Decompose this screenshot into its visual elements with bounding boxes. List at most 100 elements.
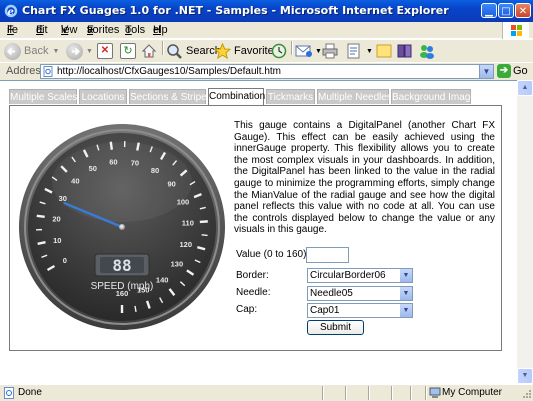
svg-text:e: e	[8, 7, 14, 18]
gauge-minor-tick	[202, 235, 208, 236]
security-zone: My Computer	[442, 387, 502, 398]
minimize-button[interactable]: ▁	[481, 3, 497, 18]
forward-arrow-icon	[66, 43, 83, 60]
edit-dropdown-icon[interactable]: ▼	[366, 48, 373, 55]
discuss-button[interactable]	[376, 41, 392, 61]
forward-dropdown-icon[interactable]: ▼	[86, 48, 93, 55]
value-label: Value (0 to 160):	[236, 249, 309, 260]
research-book-icon	[397, 43, 413, 59]
title-bar: e Chart FX Guages 1.0 for .NET - Samples…	[0, 0, 533, 22]
tab-locations[interactable]: Locations	[79, 89, 127, 104]
research-button[interactable]	[397, 41, 413, 61]
tab-sections-stripes[interactable]: Sections & Stripes	[129, 89, 206, 104]
digital-panel: 88	[95, 254, 149, 276]
my-computer-icon	[429, 387, 441, 399]
submit-button[interactable]: Submit	[307, 320, 364, 335]
back-arrow-icon	[4, 43, 21, 60]
maximize-button[interactable]: □	[498, 3, 514, 18]
history-button[interactable]	[271, 41, 287, 61]
gauge-scale-label: 140	[156, 275, 169, 284]
address-dropdown-icon[interactable]: ▼	[479, 65, 493, 78]
gauge-caption: SPEED (mph)	[91, 281, 154, 292]
edit-button[interactable]: ▼	[346, 41, 373, 61]
address-url: http://localhost/CfxGauges10/Samples/Def…	[57, 66, 281, 77]
tab-multiple-needles[interactable]: Multiple Needles	[317, 89, 389, 104]
gauge-major-tick	[37, 216, 45, 217]
refresh-button[interactable]: ↻	[120, 41, 136, 61]
cap-select-value: Cap01	[310, 305, 339, 316]
gauge-major-tick	[200, 221, 208, 222]
scroll-up-arrow-icon[interactable]: ▲	[517, 80, 533, 96]
status-text: Done	[18, 387, 42, 398]
value-input[interactable]	[306, 247, 349, 263]
gauge-major-tick	[137, 143, 139, 151]
gauge-scale-label: 30	[59, 194, 67, 203]
page-done-icon	[3, 387, 15, 399]
gauge-major-tick	[111, 142, 112, 150]
gauge-scale-label: 120	[179, 240, 192, 249]
mail-dropdown-icon[interactable]: ▼	[315, 48, 322, 55]
forward-button[interactable]: ▼	[66, 41, 93, 61]
tab-combination[interactable]: Combination	[208, 88, 264, 105]
tab-background-image[interactable]: Background Image	[391, 89, 471, 104]
gauge-scale-label: 100	[177, 198, 190, 207]
chevron-down-icon[interactable]: ▼	[400, 287, 412, 300]
windows-logo-icon	[502, 22, 529, 39]
radial-gauge: 0102030405060708090100110120130140150160…	[17, 122, 227, 332]
description-text: This gauge contains a DigitalPanel (anot…	[234, 120, 495, 236]
digital-panel-value: 88	[112, 256, 131, 275]
discuss-icon	[376, 43, 392, 59]
needle-select[interactable]: Needle05 ▼	[307, 286, 413, 301]
gauge-scale-label: 110	[182, 219, 194, 228]
print-button[interactable]	[322, 41, 338, 61]
stop-button[interactable]: ✕	[97, 41, 113, 61]
cap-label: Cap:	[236, 304, 257, 315]
gauge-scale-label: 50	[89, 164, 97, 173]
refresh-icon: ↻	[120, 43, 136, 59]
gauge-scale-label: 20	[52, 214, 60, 223]
edit-document-icon	[346, 43, 362, 59]
gauge-scale-label: 70	[131, 158, 139, 167]
home-button[interactable]	[141, 41, 157, 61]
mail-button[interactable]: ▼	[295, 41, 322, 61]
gauge-scale-label: 60	[109, 158, 117, 167]
vertical-scrollbar[interactable]: ▲ ▼	[517, 80, 533, 384]
messenger-button[interactable]	[418, 41, 436, 61]
window-title: Chart FX Guages 1.0 for .NET - Samples -…	[22, 4, 449, 17]
search-icon	[166, 43, 183, 60]
gauge-major-tick	[38, 242, 46, 244]
tab-tickmarks[interactable]: Tickmarks	[266, 89, 315, 104]
address-input[interactable]: http://localhost/CfxGauges10/Samples/Def…	[40, 64, 494, 79]
gauge-scale-label: 90	[167, 179, 175, 188]
gauge-cap	[119, 224, 125, 230]
go-arrow-icon[interactable]: ➔	[497, 64, 511, 78]
menu-bar: File Edit View Favorites Tools Help	[0, 22, 533, 39]
chevron-down-icon[interactable]: ▼	[400, 269, 412, 282]
search-button[interactable]: Search	[166, 41, 221, 61]
tab-multiple-scales[interactable]: Multiple Scales	[9, 89, 77, 104]
border-select[interactable]: CircularBorder06 ▼	[307, 268, 413, 283]
close-button[interactable]: ✕	[515, 3, 531, 18]
scroll-down-arrow-icon[interactable]: ▼	[517, 368, 533, 384]
back-button[interactable]: Back ▼	[4, 41, 59, 61]
gauge-minor-tick	[135, 306, 136, 312]
needle-label: Needle:	[236, 287, 270, 298]
favorites-button[interactable]: Favorites	[214, 41, 279, 61]
mail-icon	[295, 43, 313, 59]
resize-grip-icon[interactable]	[520, 388, 532, 400]
stop-icon: ✕	[97, 43, 113, 59]
needle-select-value: Needle05	[310, 288, 353, 299]
go-button[interactable]: Go	[513, 65, 528, 77]
border-label: Border:	[236, 270, 269, 281]
gauge-scale-label: 40	[71, 176, 79, 185]
ie-icon: e	[4, 4, 18, 18]
cap-select[interactable]: Cap01 ▼	[307, 303, 413, 318]
home-icon	[141, 43, 157, 59]
chevron-down-icon[interactable]: ▼	[400, 304, 412, 317]
gauge-scale-label: 10	[53, 236, 61, 245]
status-bar: Done My Computer	[0, 384, 533, 401]
gauge-scale-label: 130	[171, 260, 184, 269]
back-dropdown-icon[interactable]: ▼	[52, 48, 59, 55]
border-select-value: CircularBorder06	[310, 270, 386, 281]
favorites-star-icon	[214, 43, 231, 60]
